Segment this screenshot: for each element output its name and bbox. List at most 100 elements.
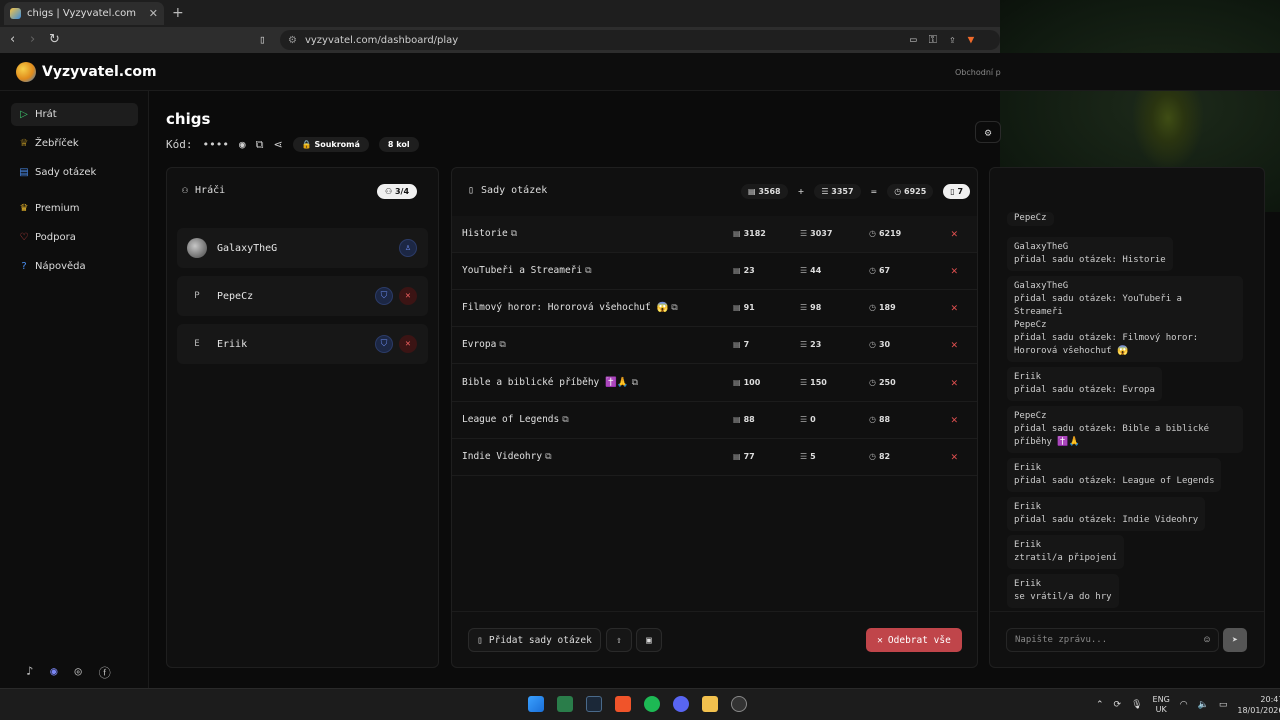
question-set-row[interactable]: League of Legends ⧉ ▤ 88 ☰ 0 ◷ 88 ✕ [452,402,977,439]
app-header: Vyzyvatel.com Obchodní p [0,53,1280,91]
forward-icon[interactable]: › [30,32,35,47]
new-tab-button[interactable]: + [172,5,184,21]
sidebar-item-play[interactable]: ▷ Hrát [11,103,138,126]
send-button[interactable]: ➤ [1223,628,1247,652]
discord-icon[interactable]: ◉ [50,664,57,681]
remove-set-close-icon[interactable]: ✕ [951,264,958,277]
set-name[interactable]: YouTubeři a Streameři ⧉ [462,265,592,276]
share-icon[interactable]: ⋖ [273,138,282,151]
external-link-icon[interactable]: ⧉ [671,303,677,313]
copy-icon[interactable]: ⧉ [256,138,264,152]
make-host-shield-icon[interactable]: ⛉ [375,335,393,353]
sidebar-item-premium[interactable]: ♛ Premium [11,197,138,220]
game-settings-button[interactable]: ⚙ [975,121,1001,143]
privacy-badge[interactable]: 🔒 Soukromá [292,137,369,152]
external-link-icon[interactable]: ⧉ [632,378,638,388]
question-set-row[interactable]: Bible a biblické příběhy ✝️🙏 ⧉ ▤ 100 ☰ 150 … [452,365,977,402]
external-link-icon[interactable]: ⧉ [511,229,517,239]
player-row[interactable]: P PepeCz ⛉ ✕ [177,276,428,316]
windows-start-icon[interactable] [528,696,544,712]
remove-set-close-icon[interactable]: ✕ [951,227,958,240]
language-indicator[interactable]: ENG UK [1153,695,1170,715]
kick-player-close-icon[interactable]: ✕ [399,287,417,305]
sidebar-item-label: Sady otázek [35,167,97,178]
eye-icon[interactable]: ◉ [239,138,246,151]
save-button[interactable]: ▣ [636,628,662,652]
rounds-badge[interactable]: 8 kol [378,137,419,152]
instagram-icon[interactable]: ◎ [74,664,81,681]
clock[interactable]: 20:47 18/01/2026 [1237,694,1280,716]
set-name[interactable]: Indie Videohry ⧉ [462,451,552,462]
kick-player-close-icon[interactable]: ✕ [399,335,417,353]
share-icon[interactable]: ⇪ [949,33,956,47]
chevron-up-icon[interactable]: ⌃ [1096,700,1104,710]
remove-all-button[interactable]: ✕ Odebrat vše [866,628,962,652]
volume-icon[interactable]: 🔈 [1198,700,1209,710]
external-link-icon[interactable]: ⧉ [545,452,551,462]
question-set-row[interactable]: Indie Videohry ⧉ ▤ 77 ☰ 5 ◷ 82 ✕ [452,439,977,476]
site-settings-icon[interactable]: ⚙ [288,35,297,46]
sidebar-item-leaderboard[interactable]: ♕ Žebříček [11,132,138,155]
network-icon[interactable]: ⟳ [1114,700,1122,710]
battery-icon[interactable]: ▭ [1219,700,1228,710]
avatar: E [194,339,200,349]
tiktok-icon[interactable]: ♪ [26,664,33,681]
set-name[interactable]: League of Legends ⧉ [462,414,569,425]
remove-set-close-icon[interactable]: ✕ [951,338,958,351]
external-link-icon[interactable]: ⧉ [562,415,568,425]
browser-tab[interactable]: chigs | Vyzyvatel.com ✕ [4,2,164,25]
add-question-sets-button[interactable]: ▯ Přidat sady otázek [468,628,601,652]
discord-icon[interactable] [673,696,689,712]
close-icon: ✕ [877,634,883,646]
set-name-text: Evropa [462,339,497,350]
remove-set-close-icon[interactable]: ✕ [951,301,958,314]
remove-set-close-icon[interactable]: ✕ [951,376,958,389]
sidebar-item-help[interactable]: ? Nápověda [11,255,138,278]
set-name[interactable]: Historie ⧉ [462,228,517,239]
logo-text: Vyzyvatel.com [42,64,157,80]
external-link-icon[interactable]: ⧉ [499,340,505,350]
mic-icon[interactable]: 🎙 [1131,700,1142,710]
remove-set-close-icon[interactable]: ✕ [951,413,958,426]
brave-icon[interactable] [615,696,631,712]
reload-icon[interactable]: ↻ [49,32,60,47]
spotify-icon[interactable] [644,696,660,712]
back-icon[interactable]: ‹ [10,32,15,47]
bookmark-icon[interactable]: ▯ [259,33,266,46]
cast-icon[interactable]: ▭ [910,33,917,47]
question-set-row[interactable]: Evropa ⧉ ▤ 7 ☰ 23 ◷ 30 ✕ [452,327,977,364]
chat-user: Eriik [1014,372,1042,382]
app-icon[interactable] [557,696,573,712]
key-icon[interactable]: ⚿ [929,33,937,47]
question-set-row[interactable]: Historie ⧉ ▤ 3182 ☰ 3037 ◷ 6219 ✕ [452,216,977,253]
player-row[interactable]: E Eriik ⛉ ✕ [177,324,428,364]
set-name[interactable]: Filmový horor: Hororová všehochuť 😱 ⧉ [462,302,678,313]
business-link[interactable]: Obchodní p [955,68,1001,77]
tab-close-icon[interactable]: ✕ [149,7,158,20]
set-name[interactable]: Bible a biblické příběhy ✝️🙏 ⧉ [462,377,638,388]
player-row[interactable]: GalaxyTheG ♙ [177,228,428,268]
make-host-shield-icon[interactable]: ⛉ [375,287,393,305]
crown-icon: ♛ [19,203,29,214]
address-bar[interactable]: ⚙ vyzyvatel.com/dashboard/play [280,30,1000,50]
player-name: Eriik [217,338,248,350]
chat-placeholder: Napište zprávu... [1015,635,1108,645]
question-set-row[interactable]: Filmový horor: Hororová všehochuť 😱 ⧉ ▤ 91… [452,290,977,327]
site-logo[interactable]: Vyzyvatel.com [16,62,157,82]
sidebar-item-question-sets[interactable]: ▤ Sady otázek [11,161,138,184]
brave-shield-icon[interactable]: ▼ [968,33,975,47]
emoji-icon[interactable]: ☺ [1204,635,1210,646]
external-link-icon[interactable]: ⧉ [585,266,591,276]
question-set-row[interactable]: YouTubeři a Streameři ⧉ ▤ 23 ☰ 44 ◷ 67 ✕ [452,253,977,290]
remove-set-close-icon[interactable]: ✕ [951,450,958,463]
wifi-icon[interactable]: ◠ [1180,700,1188,710]
steam-icon[interactable] [586,696,602,712]
upload-button[interactable]: ⇧ [606,628,632,652]
set-name[interactable]: Evropa ⧉ [462,339,506,350]
file-explorer-icon[interactable] [702,696,718,712]
players-count: 3/4 [394,187,410,196]
facebook-icon[interactable]: ⓕ [99,664,111,681]
sidebar-item-support[interactable]: ♡ Podpora [11,226,138,249]
app-icon[interactable] [731,696,747,712]
chat-input[interactable]: Napište zprávu... ☺ [1006,628,1219,652]
